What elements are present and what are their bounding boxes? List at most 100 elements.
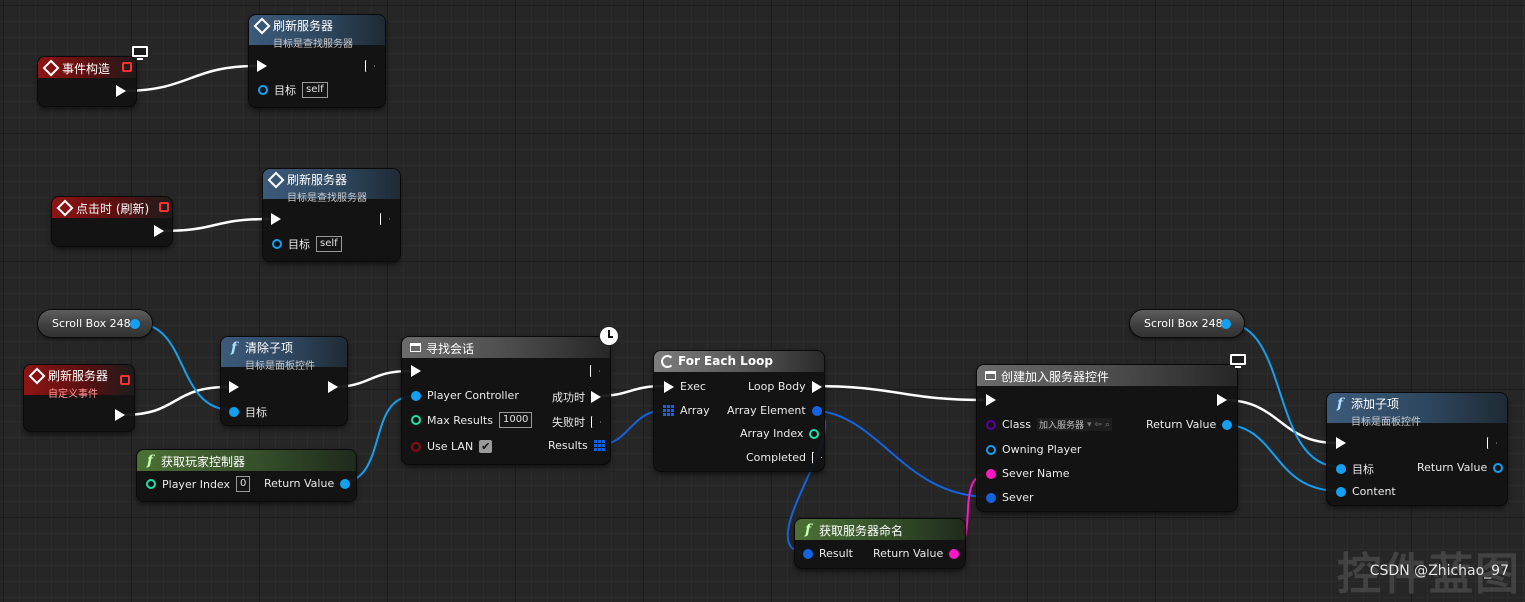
add-child-target-pin[interactable]: 目标 <box>1336 461 1374 477</box>
create-widget-return-pin[interactable]: Return Value <box>1146 418 1233 431</box>
array-index-pin[interactable]: Array Index <box>740 427 820 440</box>
class-pin[interactable]: Class 加入服务器 ▾ ⇦ ⌕ <box>986 418 1113 431</box>
object-pin-icon <box>340 478 351 489</box>
exec-arrow-icon <box>154 225 164 237</box>
custom-event-header: 刷新服务器 自定义事件 <box>24 365 134 400</box>
object-pin-icon <box>229 407 239 417</box>
exec-hollow-arrow-icon <box>590 365 600 377</box>
server-result-pin[interactable]: Result <box>803 547 853 560</box>
clear-children-title: 清除子项 <box>245 341 294 355</box>
add-child-exec-in[interactable] <box>1336 437 1346 449</box>
use-lan-checkbox[interactable]: ✔ <box>479 440 493 453</box>
exec-wire <box>159 217 271 233</box>
clear-children-target-label: 目标 <box>245 406 267 419</box>
refresh1-target-pin[interactable]: 目标 self <box>258 82 328 98</box>
results-label: Results <box>548 439 588 452</box>
use-lan-pin[interactable]: Use LAN ✔ <box>411 440 493 453</box>
owning-player-pin[interactable]: Owning Player <box>986 443 1081 456</box>
scrollbox-variable-node-1[interactable]: Scroll Box 248 <box>38 310 152 337</box>
string-pin-icon <box>986 468 996 479</box>
create-widget-node[interactable]: 创建加入服务器控件 <box>977 365 1237 511</box>
delegate-pin[interactable] <box>122 62 132 72</box>
results-pin[interactable]: Results <box>548 439 605 452</box>
exec-arrow-icon <box>271 213 281 225</box>
player-index-value[interactable]: 0 <box>236 476 251 492</box>
scrollbox-variable-node-2[interactable]: Scroll Box 248 <box>1130 310 1244 337</box>
object-pin-icon <box>272 239 282 249</box>
clear-children-exec-out[interactable] <box>328 381 338 393</box>
exec-arrow-icon <box>811 380 822 393</box>
content-pin[interactable]: Content <box>1336 485 1396 498</box>
on-success-pin[interactable]: 成功时 <box>552 389 601 405</box>
add-child-exec-out[interactable] <box>1487 437 1497 449</box>
clock-icon <box>600 327 618 345</box>
class-select[interactable]: 加入服务器 ▾ ⇦ ⌕ <box>1036 418 1113 431</box>
create-widget-exec-out[interactable] <box>1217 394 1227 406</box>
for-each-loop-header: For Each Loop <box>654 351 824 372</box>
refresh2-exec-in[interactable] <box>271 213 281 225</box>
player-index-pin[interactable]: Player Index 0 <box>146 476 251 492</box>
exec-hollow-arrow-icon <box>812 451 822 464</box>
diamond-event-icon <box>42 59 60 77</box>
find-sessions-exec-out[interactable] <box>590 365 600 377</box>
array-grid-icon <box>593 440 605 451</box>
use-selected-arrow-icon[interactable]: ⇦ <box>1095 420 1103 430</box>
get-player-controller-header: f 获取玩家控制器 <box>137 450 356 471</box>
object-pin-icon[interactable] <box>130 319 140 329</box>
get-server-name-node[interactable]: f 获取服务器命名 <box>795 519 965 568</box>
refresh1-exec-in[interactable] <box>257 60 267 72</box>
clear-children-header: f 清除子项 目标是面板控件 <box>221 337 347 372</box>
for-each-exec-in[interactable]: Exec <box>664 380 706 393</box>
object-pin-icon <box>1222 419 1233 430</box>
struct-pin-icon <box>986 492 996 503</box>
credit-text: CSDN @Zhichao_97 <box>1369 563 1509 579</box>
find-sessions-title: 寻找会话 <box>426 342 475 356</box>
create-widget-title: 创建加入服务器控件 <box>1001 370 1110 384</box>
player-controller-return-label: Return Value <box>264 477 335 490</box>
server-name-return-pin[interactable]: Return Value <box>873 547 960 560</box>
for-each-array-pin[interactable]: Array <box>663 404 710 417</box>
on-failure-pin[interactable]: 失败时 <box>552 414 601 430</box>
refresh2-target-value[interactable]: self <box>316 236 342 252</box>
loop-body-pin[interactable]: Loop Body <box>748 380 822 393</box>
custom-event-node[interactable]: 刷新服务器 自定义事件 <box>24 365 134 431</box>
integer-pin-icon <box>146 479 156 489</box>
object-pin-icon <box>258 85 268 95</box>
clear-children-target-pin[interactable]: 目标 <box>229 404 267 420</box>
completed-pin[interactable]: Completed <box>746 451 822 464</box>
player-controller-pin[interactable]: Player Controller <box>411 389 519 402</box>
sever-pin[interactable]: Sever <box>986 491 1034 504</box>
struct-pin-icon <box>803 548 813 559</box>
array-element-label: Array Element <box>727 404 806 417</box>
player-controller-return-pin[interactable]: Return Value <box>264 477 351 490</box>
function-icon: f <box>804 522 812 538</box>
refresh2-target-pin[interactable]: 目标 self <box>272 236 342 252</box>
monitor-icon <box>130 46 148 62</box>
clear-children-exec-in[interactable] <box>229 381 239 393</box>
integer-pin-icon <box>411 415 421 425</box>
browse-search-icon[interactable]: ⌕ <box>1105 420 1110 430</box>
on-clicked-delegate-pin[interactable] <box>159 202 169 212</box>
find-sessions-exec-in[interactable] <box>411 365 421 377</box>
exec-wire <box>121 385 229 417</box>
object-pin-icon <box>986 444 996 455</box>
integer-pin-icon <box>809 428 820 439</box>
on-clicked-node[interactable]: 点击时 (刷新) <box>52 197 172 246</box>
refresh2-exec-out[interactable] <box>380 213 390 225</box>
create-widget-exec-in[interactable] <box>986 394 996 406</box>
max-results-pin[interactable]: Max Results 1000 <box>411 412 533 428</box>
max-results-value[interactable]: 1000 <box>498 412 533 428</box>
event-construct-exec-out[interactable] <box>116 85 126 97</box>
refresh1-exec-out[interactable] <box>365 60 375 72</box>
custom-event-delegate-pin[interactable] <box>120 375 130 385</box>
object-pin-icon <box>1493 462 1504 473</box>
array-element-pin[interactable]: Array Element <box>727 404 822 417</box>
custom-event-exec-out[interactable] <box>115 409 125 421</box>
boolean-pin-icon <box>411 441 421 452</box>
add-child-return-pin[interactable]: Return Value <box>1417 461 1504 474</box>
refresh1-target-value[interactable]: self <box>302 82 328 98</box>
on-clicked-exec-out[interactable] <box>154 225 164 237</box>
create-widget-return-label: Return Value <box>1146 418 1217 431</box>
sever-name-pin[interactable]: Sever Name <box>986 467 1070 480</box>
object-pin-icon[interactable] <box>1221 319 1231 329</box>
